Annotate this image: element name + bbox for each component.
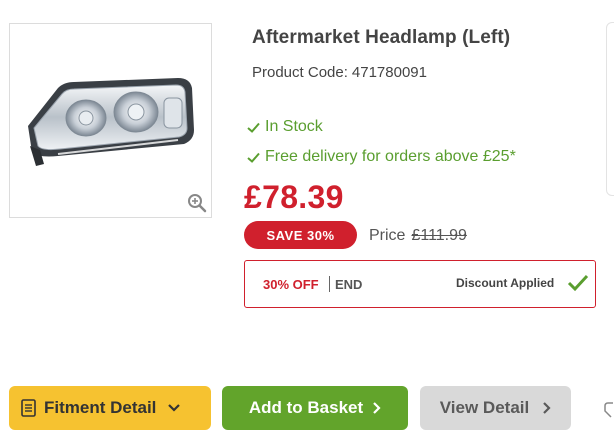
check-icon xyxy=(247,152,260,163)
free-delivery-row: Free delivery for orders above £25* xyxy=(247,148,516,166)
fitment-detail-label: Fitment Detail xyxy=(44,398,157,417)
side-panel-card xyxy=(606,22,614,196)
chevron-down-icon xyxy=(168,404,181,412)
chevron-right-icon xyxy=(543,402,551,414)
chevron-right-icon xyxy=(373,402,381,414)
fitment-detail-button[interactable]: Fitment Detail xyxy=(9,386,211,430)
discount-off-text: 30% OFF xyxy=(263,277,319,292)
tag-icon[interactable] xyxy=(604,402,614,418)
discount-separator xyxy=(329,276,330,292)
in-stock-text: In Stock xyxy=(265,118,323,135)
product-title: Aftermarket Headlamp (Left) xyxy=(252,27,511,48)
product-code-label: Product Code: xyxy=(252,64,348,81)
discount-applied-box: 30% OFF END Discount Applied xyxy=(244,260,596,308)
check-icon xyxy=(567,274,589,292)
zoom-in-icon[interactable] xyxy=(187,193,207,213)
document-icon xyxy=(21,399,36,417)
discount-end-text: END xyxy=(335,277,363,292)
price-label: Price xyxy=(369,227,406,244)
free-delivery-text: Free delivery for orders above £25* xyxy=(265,148,516,165)
in-stock-row: In Stock xyxy=(247,118,323,136)
view-detail-label: View Detail xyxy=(439,398,530,417)
add-to-basket-button[interactable]: Add to Basket xyxy=(222,386,408,430)
save-badge: SAVE 30% xyxy=(244,221,357,249)
add-to-basket-label: Add to Basket xyxy=(248,398,364,417)
current-price: £78.39 xyxy=(244,179,344,215)
original-price: Price £111.99 xyxy=(369,227,467,245)
old-price-value: £111.99 xyxy=(411,227,467,244)
check-icon xyxy=(247,122,260,133)
view-detail-button[interactable]: View Detail xyxy=(420,386,571,430)
product-code: Product Code: 471780091 xyxy=(252,64,427,81)
headlamp-image xyxy=(28,78,194,166)
discount-applied-text: Discount Applied xyxy=(456,276,555,290)
product-code-value: 471780091 xyxy=(351,64,427,81)
product-image-frame[interactable] xyxy=(9,23,212,218)
